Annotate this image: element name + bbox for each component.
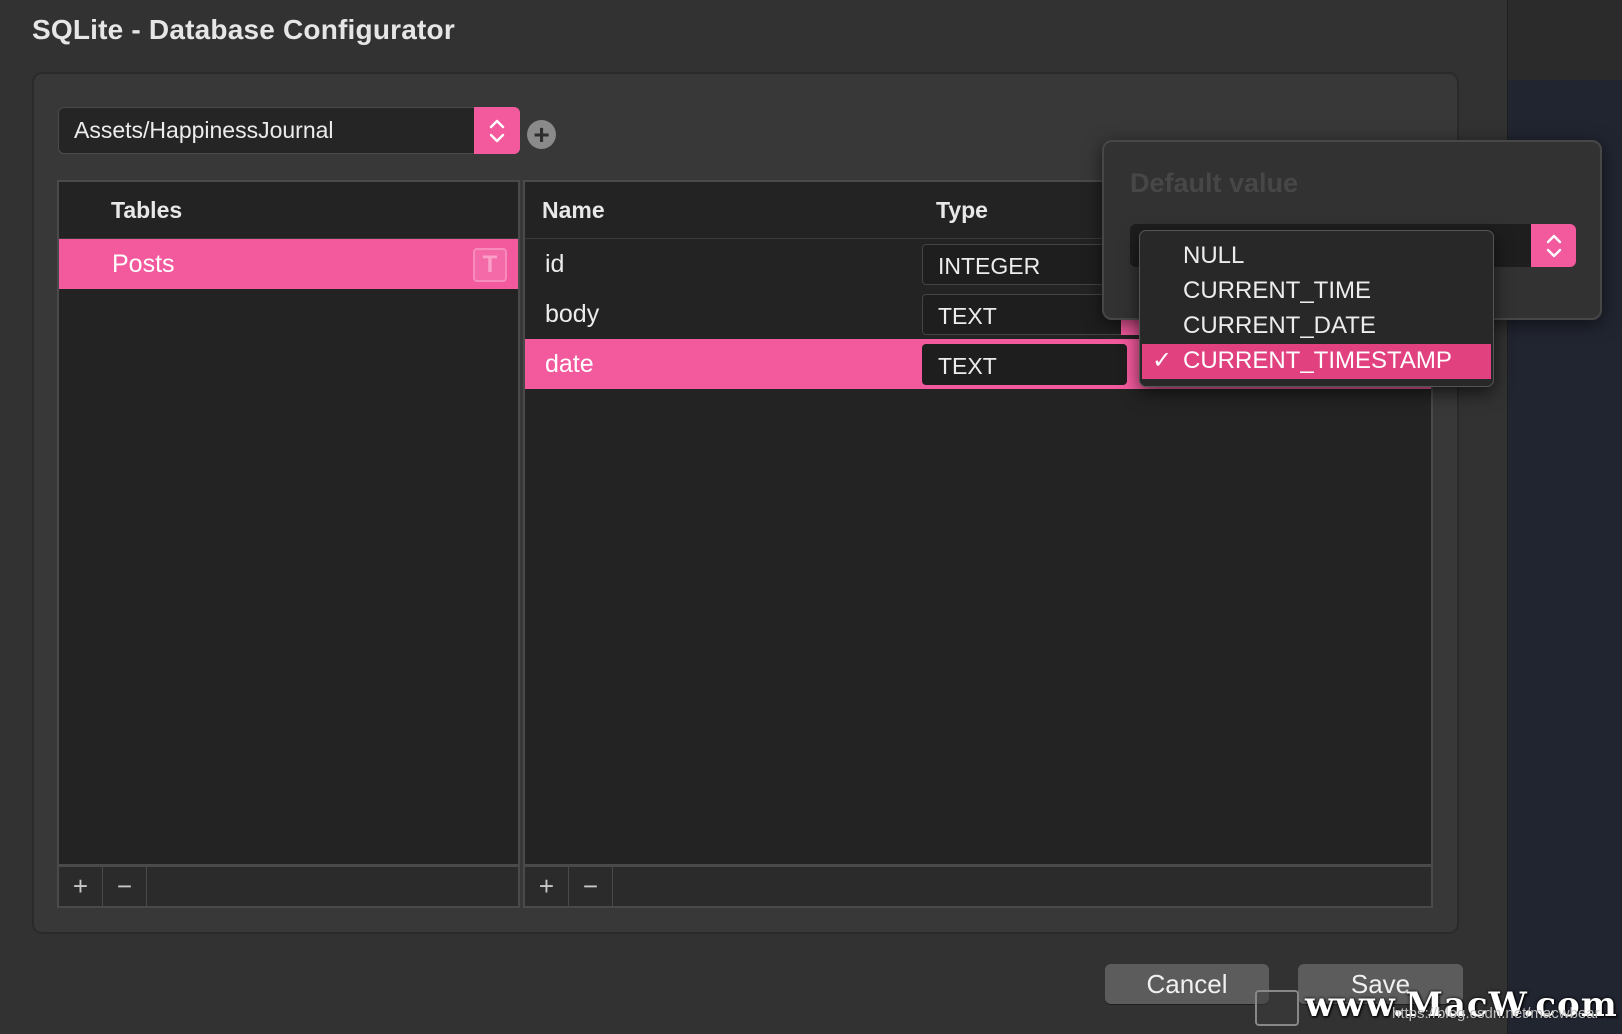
menu-item-label: CURRENT_TIMESTAMP [1183,347,1452,374]
add-database-button[interactable]: + [527,120,556,149]
watermark-logo-icon [1255,990,1299,1026]
dialog-title: SQLite - Database Configurator [32,14,455,45]
table-name: Posts [112,250,175,278]
database-select[interactable]: Assets/HappinessJournal [58,107,520,154]
tables-footer: + − [57,866,520,908]
table-type-icon: T [473,248,507,282]
column-type-field[interactable]: INTEGER [922,244,1127,285]
add-column-button[interactable]: + [525,867,569,906]
remove-column-button[interactable]: − [569,867,613,906]
tables-list: Tables Posts T [57,180,520,866]
default-value-menu: NULL CURRENT_TIME CURRENT_DATE ✓ CURRENT… [1139,230,1494,387]
menu-item-label: NULL [1183,242,1245,269]
column-header-name: Name [542,197,605,223]
menu-item-label: CURRENT_DATE [1183,312,1376,339]
chevron-updown-icon[interactable] [1531,224,1576,267]
watermark-url: https://blog.csdn.net/macwbear [1392,1005,1600,1022]
database-path: Assets/HappinessJournal [74,117,334,143]
tables-header-label: Tables [111,197,183,223]
column-name: body [545,300,600,328]
menu-item-current-date[interactable]: CURRENT_DATE [1140,309,1493,344]
menu-item-current-timestamp[interactable]: ✓ CURRENT_TIMESTAMP [1142,344,1491,379]
columns-footer: + − [523,866,1433,908]
popover-heading: Default value [1130,168,1299,198]
column-type-field[interactable]: TEXT [922,294,1127,335]
column-name: id [545,250,565,278]
menu-item-current-time[interactable]: CURRENT_TIME [1140,274,1493,309]
remove-table-button[interactable]: − [103,867,147,906]
tables-header: Tables [59,182,518,239]
column-name: date [545,350,594,378]
checkmark-icon: ✓ [1152,347,1173,374]
add-table-button[interactable]: + [59,867,103,906]
column-type-field[interactable]: TEXT [922,344,1127,385]
menu-item-null[interactable]: NULL [1140,239,1493,274]
table-row-posts[interactable]: Posts T [59,239,518,289]
cancel-button[interactable]: Cancel [1105,964,1269,1004]
column-header-type: Type [936,197,988,223]
menu-item-label: CURRENT_TIME [1183,277,1372,304]
chevron-updown-icon[interactable] [474,107,520,154]
